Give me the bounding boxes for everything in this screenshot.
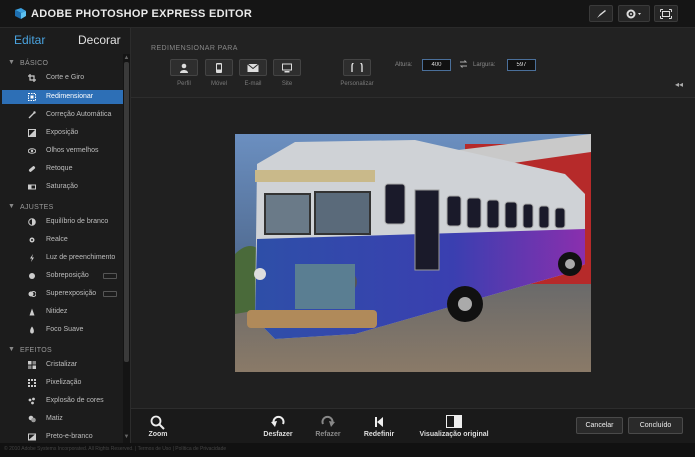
- tab-decorar[interactable]: Decorar: [78, 33, 121, 47]
- fill-light-icon: [30, 254, 34, 262]
- sidebar-item-explosao-de-cores[interactable]: Explosão de cores: [2, 394, 123, 408]
- gear-icon: [626, 9, 641, 18]
- resize-icon: [28, 93, 36, 101]
- sidebar-item-pixelizacao[interactable]: Pixelização: [2, 376, 123, 390]
- sidebar-item-foco-suave[interactable]: Foco Suave: [2, 323, 123, 337]
- collapse-triangle-icon: ▼: [8, 203, 15, 210]
- sidebar-scrollbar[interactable]: ▲ ▼: [123, 54, 130, 443]
- eye-icon: [28, 148, 36, 154]
- hue-icon: [28, 415, 36, 423]
- sidebar-item-cristalizar[interactable]: Cristalizar: [2, 358, 123, 372]
- section-ajustes[interactable]: ▼ AJUSTES: [0, 202, 122, 214]
- brush-tool-button[interactable]: [589, 5, 613, 22]
- website-icon: [282, 63, 292, 72]
- sidebar-item-preto-e-branco[interactable]: Preto-e-branco: [2, 430, 123, 444]
- custom-icon: [351, 62, 363, 72]
- preset-perfil-button[interactable]: [170, 59, 198, 76]
- overlay-icon: [29, 273, 35, 279]
- sidebar-item-luz-de-preenchimento[interactable]: Luz de preenchimento: [2, 251, 123, 265]
- main-area: REDIMENSIONAR PARA Perfil Móvel E-mail S…: [131, 28, 695, 408]
- preset-movel-button[interactable]: [205, 59, 233, 76]
- sidebar-item-corte-e-giro[interactable]: Corte e Giro: [2, 71, 123, 85]
- black-white-icon: [28, 433, 36, 441]
- preset-site-label: Site: [281, 81, 293, 87]
- sidebar-item-correcao-automatica[interactable]: Correção Automática: [2, 108, 123, 122]
- width-label: Largura:: [473, 62, 496, 68]
- highlight-icon: [29, 237, 35, 243]
- resize-title: REDIMENSIONAR PARA: [151, 45, 238, 52]
- preset-personalizar-label: Personalizar: [340, 81, 374, 87]
- bandage-icon: [28, 166, 36, 172]
- fullscreen-icon: [660, 8, 672, 19]
- image-canvas[interactable]: [235, 134, 591, 372]
- redo-icon: [321, 415, 335, 427]
- superexposicao-toggle[interactable]: [103, 291, 117, 297]
- sidebar-item-retoque[interactable]: Retoque: [2, 162, 123, 176]
- app-title: ADOBE PHOTOSHOP EXPRESS EDITOR: [31, 8, 253, 20]
- cancel-button[interactable]: Cancelar: [576, 417, 623, 434]
- scroll-up-icon[interactable]: ▲: [123, 55, 130, 61]
- settings-button[interactable]: [618, 5, 650, 22]
- exposure-icon: [28, 129, 36, 137]
- scrollbar-thumb[interactable]: [124, 62, 129, 362]
- sidebar-item-sobreposicao[interactable]: Sobreposição: [2, 269, 123, 283]
- sidebar-item-equilibrio-de-branco[interactable]: Equilíbrio de branco: [2, 215, 123, 229]
- crystallize-icon: [28, 361, 36, 369]
- height-label: Altura:: [395, 62, 413, 68]
- tab-editar[interactable]: Editar: [14, 33, 45, 47]
- profile-icon: [180, 63, 188, 73]
- magnifier-icon: [150, 415, 165, 430]
- section-basico[interactable]: ▼ BÁSICO: [0, 58, 122, 70]
- collapse-panel-icon[interactable]: ◂◂: [675, 80, 683, 89]
- preset-site-button[interactable]: [273, 59, 301, 76]
- reset-button[interactable]: Redefinir: [349, 415, 409, 443]
- preset-personalizar-button[interactable]: [343, 59, 371, 76]
- sidebar-item-realce[interactable]: Realce: [2, 233, 123, 247]
- zoom-button[interactable]: Zoom: [128, 415, 188, 443]
- section-efeitos[interactable]: ▼ EFEITOS: [0, 345, 122, 357]
- compare-icon: [446, 415, 462, 428]
- preset-email-button[interactable]: [239, 59, 267, 76]
- saturation-icon: [28, 184, 36, 190]
- sidebar-item-nitidez[interactable]: Nitidez: [2, 305, 123, 319]
- sobreposicao-toggle[interactable]: [103, 273, 117, 279]
- sidebar-item-exposicao[interactable]: Exposição: [2, 126, 123, 140]
- email-icon: [247, 63, 259, 72]
- footer-copyright: © 2010 Adobe Systems Incorporated. All R…: [4, 446, 227, 452]
- reset-icon: [375, 417, 383, 427]
- crop-icon: [28, 74, 36, 82]
- title-bar: ADOBE PHOTOSHOP EXPRESS EDITOR: [0, 0, 695, 28]
- sidebar-item-matiz[interactable]: Matiz: [2, 412, 123, 426]
- white-balance-icon: [28, 218, 36, 226]
- sidebar-item-redimensionar[interactable]: Redimensionar: [2, 90, 123, 104]
- fullscreen-button[interactable]: [654, 5, 678, 22]
- color-burst-icon: [28, 397, 35, 405]
- collapse-triangle-icon: ▼: [8, 59, 15, 66]
- sidebar-item-olhos-vermelhos[interactable]: Olhos vermelhos: [2, 144, 123, 158]
- view-original-button[interactable]: Visualização original: [418, 415, 490, 443]
- bus-photo: [235, 134, 591, 372]
- bottom-bar: Zoom Desfazer Refazer Redefinir Visualiz…: [131, 408, 695, 443]
- sidebar-item-superexposicao[interactable]: Superexposição: [2, 287, 123, 301]
- overexposure-icon: [28, 291, 36, 297]
- magic-wand-icon: [28, 111, 36, 119]
- link-proportions-icon[interactable]: [459, 60, 468, 68]
- undo-icon: [271, 415, 285, 427]
- height-input[interactable]: [422, 59, 451, 71]
- brush-icon: [597, 9, 606, 18]
- mobile-icon: [216, 62, 222, 73]
- footer: © 2010 Adobe Systems Incorporated. All R…: [0, 443, 695, 457]
- resize-toolbar: REDIMENSIONAR PARA Perfil Móvel E-mail S…: [131, 28, 695, 98]
- width-input[interactable]: [507, 59, 536, 71]
- collapse-triangle-icon: ▼: [8, 346, 15, 353]
- photoshop-express-logo-icon: [15, 8, 26, 19]
- done-button[interactable]: Concluído: [628, 417, 683, 434]
- sharpen-icon: [29, 308, 35, 316]
- sidebar: Editar Decorar ▲ ▼ ▼ BÁSICO Corte e Giro…: [0, 28, 131, 443]
- pixelate-icon: [28, 379, 36, 387]
- soft-focus-icon: [30, 326, 34, 334]
- sidebar-item-saturacao[interactable]: Saturação: [2, 180, 123, 194]
